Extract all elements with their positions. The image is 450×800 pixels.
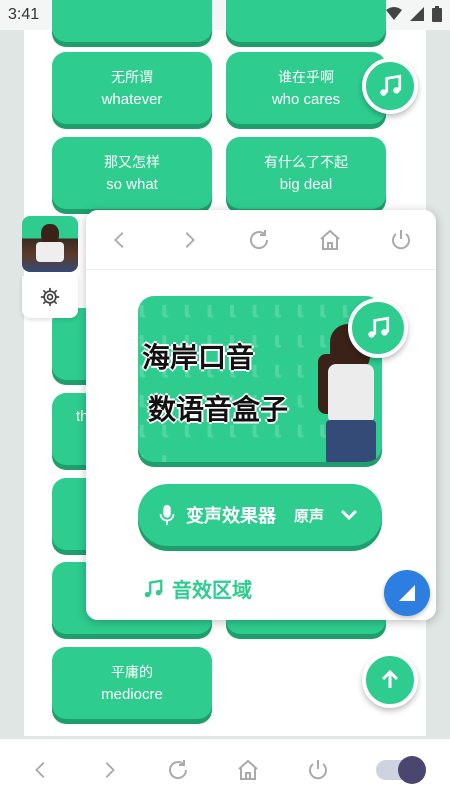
sound-button-en-label: mediocre — [101, 686, 163, 703]
sound-button[interactable]: 无所谓 whatever — [52, 52, 212, 124]
power-icon[interactable] — [389, 228, 413, 252]
sound-button-en-label: whatever — [101, 91, 163, 108]
sound-button-en-label: so what — [106, 176, 158, 193]
scroll-to-top-button[interactable] — [362, 652, 418, 708]
gear-icon — [40, 287, 60, 307]
sound-button-zh-label: 有什么了不起 — [264, 155, 348, 171]
sound-button-zh-label: 无所谓 — [111, 70, 153, 86]
toggle-knob — [398, 755, 426, 784]
music-fab[interactable] — [362, 58, 418, 114]
forward-icon[interactable] — [98, 759, 120, 781]
banner-music-fab[interactable] — [348, 298, 408, 358]
status-time: 3:41 — [8, 6, 40, 23]
microphone-icon — [159, 504, 175, 526]
home-icon[interactable] — [236, 758, 260, 782]
mode-toggle[interactable] — [376, 755, 426, 784]
system-icons — [386, 6, 442, 22]
voice-changer-selected: 原声 — [294, 506, 325, 525]
avatar-shirt — [36, 242, 64, 262]
floating-content: ιιιιιιιιιιιιιιιιιιιιιιιιιιιιιιιιιιιιιιιι… — [86, 270, 436, 620]
banner-card[interactable]: ιιιιιιιιιιιιιιιιιιιιιιιιιιιιιιιιιιιιιιιι… — [138, 296, 382, 462]
back-icon[interactable] — [30, 759, 52, 781]
resize-handle[interactable] — [384, 570, 430, 616]
floating-window[interactable]: ιιιιιιιιιιιιιιιιιιιιιιιιιιιιιιιιιιιιιιιι… — [86, 210, 436, 620]
voice-changer-dropdown[interactable]: 变声效果器 原声 — [138, 484, 382, 546]
voice-changer-label: 变声效果器 — [186, 506, 276, 527]
refresh-icon[interactable] — [166, 758, 190, 782]
wifi-icon — [386, 7, 402, 20]
sound-button[interactable]: 平庸的 mediocre — [52, 647, 212, 719]
signal-icon — [410, 7, 424, 21]
music-note-icon — [144, 578, 163, 597]
forward-icon[interactable] — [178, 229, 200, 251]
sound-button-zh-label: 那又怎样 — [104, 155, 160, 171]
sound-button[interactable]: 有什么了不起 big deal — [226, 137, 386, 209]
screen: 3:41 A 无所谓 whatever 谁在乎啊 who cares 那又怎样 … — [0, 0, 450, 800]
arrow-up-icon — [381, 669, 399, 688]
music-note-icon — [380, 74, 402, 96]
home-icon[interactable] — [318, 228, 342, 252]
sound-button-en-label: who cares — [271, 91, 341, 108]
battery-icon — [432, 6, 442, 22]
floating-toolbar — [86, 210, 436, 270]
sound-button-en-label: big deal — [279, 176, 333, 193]
sound-button-zh-label: 平庸的 — [111, 665, 153, 681]
resize-corner-icon — [399, 585, 415, 601]
sound-button[interactable] — [52, 0, 212, 42]
banner-title-line1: 海岸口音 — [142, 341, 255, 374]
settings-button[interactable] — [22, 276, 78, 318]
music-note-icon — [368, 316, 390, 338]
back-icon[interactable] — [109, 229, 131, 251]
power-icon[interactable] — [306, 758, 330, 782]
chevron-down-icon — [340, 509, 358, 521]
avatar-head — [41, 224, 59, 244]
sound-button[interactable]: 那又怎样 so what — [52, 137, 212, 209]
sound-button[interactable] — [226, 0, 386, 42]
refresh-icon[interactable] — [247, 228, 271, 252]
banner-title-line2: 数语音盒子 — [148, 393, 289, 426]
sound-effects-label: 音效区域 — [172, 578, 252, 602]
avatar-thumbnail[interactable] — [22, 216, 78, 272]
sound-effects-heading: 音效区域 — [142, 574, 252, 603]
bottom-navigation — [0, 738, 450, 800]
